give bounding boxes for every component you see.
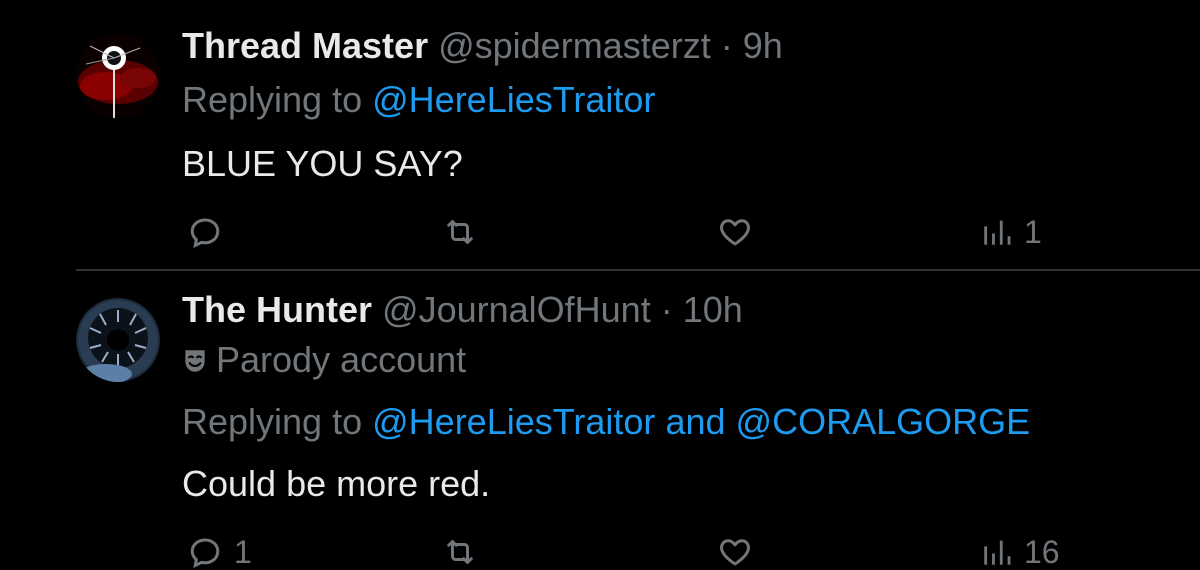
heart-icon bbox=[720, 539, 750, 566]
views-button[interactable]: 1 bbox=[980, 214, 1042, 250]
speech-bubble-icon bbox=[190, 538, 220, 569]
reply-button[interactable]: 1 bbox=[186, 534, 252, 570]
tweet-text: BLUE YOU SAY? bbox=[182, 143, 463, 184]
avatar[interactable] bbox=[76, 298, 160, 382]
timestamp[interactable]: 10h bbox=[683, 289, 743, 330]
retweet-arrows-icon bbox=[447, 540, 473, 564]
handle[interactable]: @spidermasterzt bbox=[438, 25, 711, 66]
replying-label: Replying to bbox=[182, 79, 363, 120]
parody-label: Parody account bbox=[216, 339, 467, 380]
replying-to-line: Replying to @HereLiesTraitor and @CORALG… bbox=[182, 400, 1030, 444]
retweet-button[interactable] bbox=[440, 534, 490, 570]
speech-bubble-icon bbox=[190, 218, 220, 249]
retweet-button[interactable] bbox=[440, 214, 490, 250]
tweet-header: Thread Master @spidermasterzt · 9h bbox=[182, 24, 783, 68]
display-name[interactable]: The Hunter bbox=[182, 289, 372, 330]
theater-mask-icon bbox=[185, 350, 205, 372]
reply-button[interactable] bbox=[186, 214, 234, 250]
parody-badge: Parody account bbox=[182, 338, 466, 382]
replying-to-line: Replying to @HereLiesTraitor bbox=[182, 78, 655, 122]
replying-joiner[interactable]: and bbox=[665, 401, 725, 442]
replying-label: Replying to bbox=[182, 401, 363, 442]
retweet-arrows-icon bbox=[447, 220, 473, 244]
tweet-the-hunter[interactable]: The Hunter @JournalOfHunt · 10h Parody a… bbox=[0, 272, 1200, 570]
like-button[interactable] bbox=[716, 534, 764, 570]
like-button[interactable] bbox=[716, 214, 764, 250]
view-count: 16 bbox=[1024, 534, 1060, 570]
tweet-text: Could be more red. bbox=[182, 463, 491, 504]
avatar-image bbox=[76, 298, 160, 382]
heart-icon bbox=[720, 219, 750, 246]
view-count: 1 bbox=[1024, 214, 1042, 250]
mention-link[interactable]: @HereLiesTraitor bbox=[372, 401, 655, 442]
reply-count: 1 bbox=[234, 534, 252, 570]
separator: · bbox=[660, 289, 673, 330]
avatar-image bbox=[76, 34, 160, 118]
timestamp[interactable]: 9h bbox=[743, 25, 783, 66]
tweet-divider bbox=[76, 269, 1200, 271]
display-name[interactable]: Thread Master bbox=[182, 25, 428, 66]
avatar[interactable] bbox=[76, 34, 160, 118]
views-button[interactable]: 16 bbox=[980, 534, 1060, 570]
bar-chart-icon bbox=[984, 220, 1011, 245]
bar-chart-icon bbox=[984, 540, 1011, 565]
tweet-header: The Hunter @JournalOfHunt · 10h bbox=[182, 288, 743, 332]
handle[interactable]: @JournalOfHunt bbox=[382, 289, 651, 330]
tweet-thread-master[interactable]: Thread Master @spidermasterzt · 9h Reply… bbox=[0, 0, 1200, 270]
mention-link[interactable]: @HereLiesTraitor bbox=[372, 79, 655, 120]
separator: · bbox=[720, 25, 733, 66]
mention-link[interactable]: @CORALGORGE bbox=[736, 401, 1031, 442]
